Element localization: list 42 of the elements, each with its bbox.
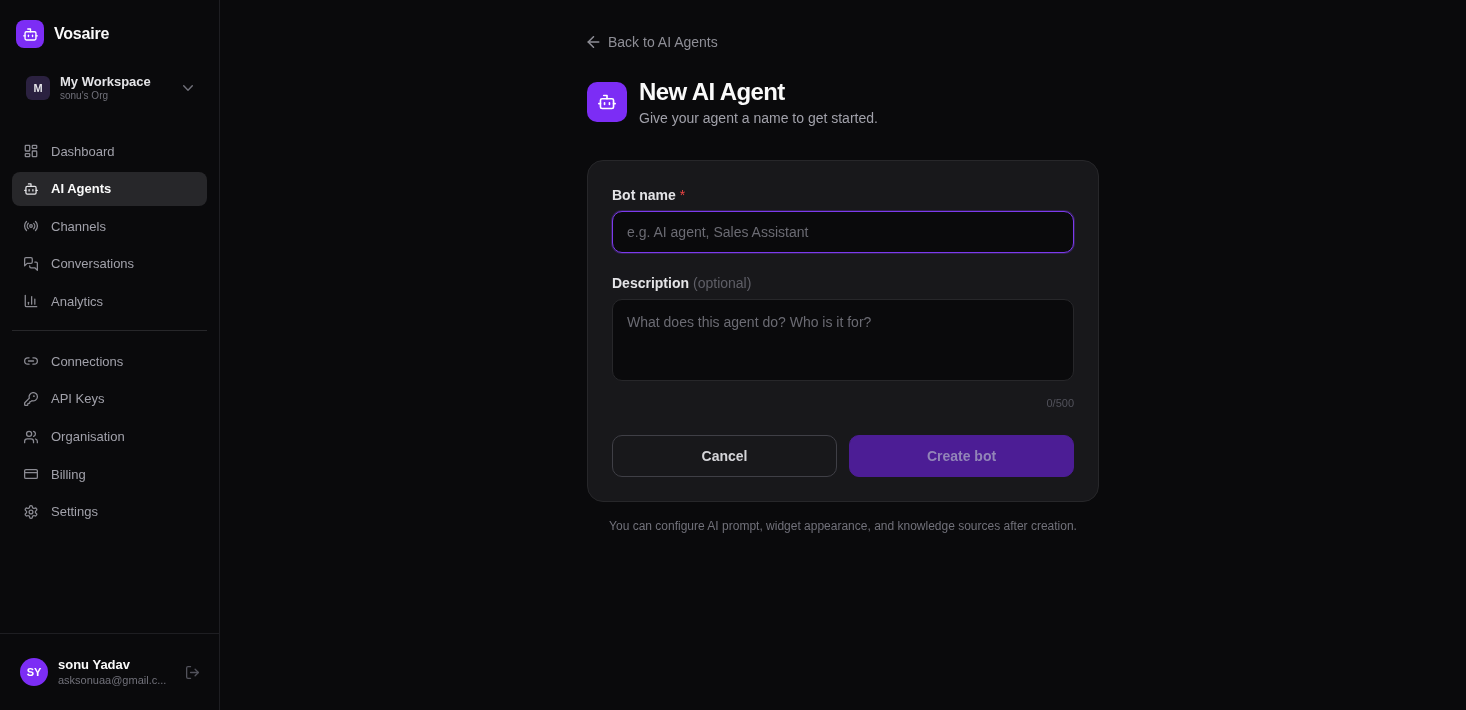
nav-item[interactable]: AI Agents: [12, 171, 207, 206]
field-label: Bot name: [612, 187, 676, 203]
robot-logo-icon: [16, 20, 44, 48]
user-avatar: SY: [20, 658, 48, 686]
robot-icon: [24, 181, 38, 196]
key-icon: [24, 391, 38, 406]
nav-item[interactable]: Channels: [12, 209, 207, 244]
character-counter: 0/500: [1046, 396, 1074, 411]
page-title: New AI Agent: [639, 80, 786, 104]
nav-item[interactable]: API Keys: [12, 381, 207, 416]
back-link[interactable]: Back to AI Agents: [587, 32, 718, 52]
chevron-down-icon[interactable]: [183, 85, 193, 91]
workspace-avatar: M: [26, 76, 50, 100]
input-field[interactable]: e.g. AI agent, Sales Assistant: [612, 211, 1074, 253]
brand-name: Vosaire: [54, 25, 110, 43]
grid-icon: [24, 144, 38, 158]
chat-bubbles-icon: [24, 256, 38, 271]
people-icon: [24, 429, 38, 444]
user-name: sonu Yadav: [58, 656, 131, 673]
radio-waves-icon: [24, 219, 38, 234]
nav-item[interactable]: Organisation: [12, 419, 207, 454]
workspace-name[interactable]: My Workspace: [60, 74, 173, 90]
credit-card-icon: [24, 467, 38, 482]
robot-icon: [587, 82, 627, 122]
nav-item[interactable]: Billing: [12, 457, 207, 492]
nav-item[interactable]: Analytics: [12, 284, 207, 319]
optional-hint: (optional): [693, 275, 752, 291]
textarea-field[interactable]: What does this agent do? Who is it for?: [612, 299, 1074, 381]
nav-item[interactable]: Connections: [12, 344, 207, 379]
org-name: sonu's Org: [60, 90, 110, 102]
user-email: asksonuaa@gmail.c...: [58, 673, 168, 688]
settings-icon: [24, 504, 38, 519]
logout-icon[interactable]: [186, 665, 199, 679]
cancel-button[interactable]: Cancel: [612, 435, 837, 477]
field-label: Description: [612, 275, 689, 291]
nav-item[interactable]: Conversations: [12, 246, 207, 281]
page-subtitle: Give your agent a name to get started.: [639, 109, 878, 128]
bar-chart-icon: [24, 294, 38, 309]
nav-item[interactable]: Settings: [12, 494, 207, 529]
required-asterisk: *: [679, 187, 686, 203]
footer-note: You can configure AI prompt, widget appearance, and knowledge sources after creation.: [609, 518, 1077, 534]
nav-item[interactable]: Dashboard: [12, 134, 207, 168]
